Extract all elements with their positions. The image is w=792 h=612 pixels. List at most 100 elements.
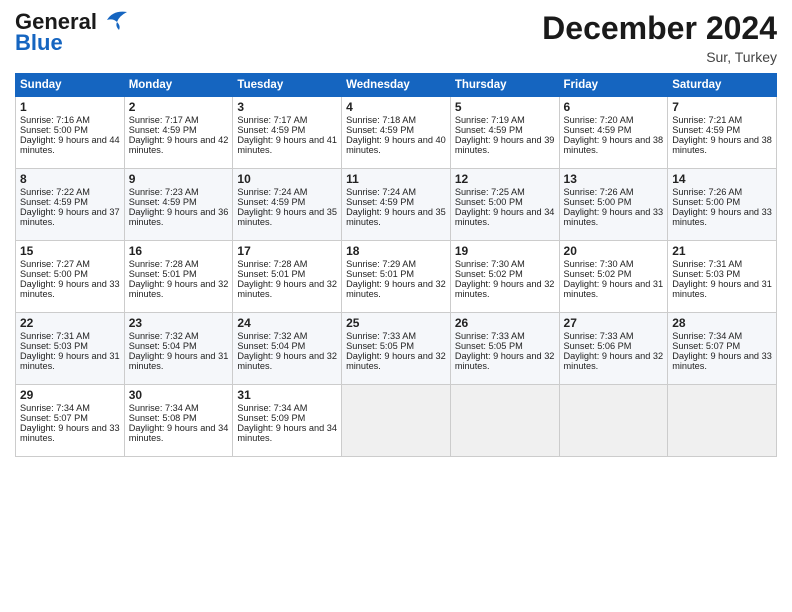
- header: General Blue December 2024 Sur, Turkey: [15, 10, 777, 65]
- calendar-cell: 6Sunrise: 7:20 AMSunset: 4:59 PMDaylight…: [559, 97, 668, 169]
- sunrise-text: Sunrise: 7:30 AM: [564, 259, 634, 269]
- sunset-text: Sunset: 4:59 PM: [237, 197, 305, 207]
- sunrise-text: Sunrise: 7:22 AM: [20, 187, 90, 197]
- col-sunday: Sunday: [16, 74, 125, 97]
- day-number: 29: [20, 388, 120, 402]
- calendar-cell: 18Sunrise: 7:29 AMSunset: 5:01 PMDayligh…: [342, 241, 451, 313]
- daylight-text: Daylight: 9 hours and 34 minutes.: [129, 423, 229, 443]
- calendar-cell: 5Sunrise: 7:19 AMSunset: 4:59 PMDaylight…: [450, 97, 559, 169]
- sunrise-text: Sunrise: 7:32 AM: [129, 331, 199, 341]
- header-row: Sunday Monday Tuesday Wednesday Thursday…: [16, 74, 777, 97]
- calendar-cell: [342, 385, 451, 457]
- sunrise-text: Sunrise: 7:16 AM: [20, 115, 90, 125]
- day-number: 31: [237, 388, 337, 402]
- sunrise-text: Sunrise: 7:24 AM: [237, 187, 307, 197]
- col-saturday: Saturday: [668, 74, 777, 97]
- calendar-cell: 19Sunrise: 7:30 AMSunset: 5:02 PMDayligh…: [450, 241, 559, 313]
- sunrise-text: Sunrise: 7:33 AM: [346, 331, 416, 341]
- daylight-text: Daylight: 9 hours and 32 minutes.: [455, 351, 555, 371]
- calendar-cell: 30Sunrise: 7:34 AMSunset: 5:08 PMDayligh…: [124, 385, 233, 457]
- day-number: 4: [346, 100, 446, 114]
- day-number: 23: [129, 316, 229, 330]
- daylight-text: Daylight: 9 hours and 32 minutes.: [346, 351, 446, 371]
- daylight-text: Daylight: 9 hours and 38 minutes.: [672, 135, 772, 155]
- calendar-cell: 17Sunrise: 7:28 AMSunset: 5:01 PMDayligh…: [233, 241, 342, 313]
- sunset-text: Sunset: 5:02 PM: [564, 269, 632, 279]
- day-number: 13: [564, 172, 664, 186]
- calendar-cell: 14Sunrise: 7:26 AMSunset: 5:00 PMDayligh…: [668, 169, 777, 241]
- sunset-text: Sunset: 4:59 PM: [672, 125, 740, 135]
- sunset-text: Sunset: 4:59 PM: [564, 125, 632, 135]
- calendar-cell: 26Sunrise: 7:33 AMSunset: 5:05 PMDayligh…: [450, 313, 559, 385]
- day-number: 11: [346, 172, 446, 186]
- calendar-cell: [559, 385, 668, 457]
- sunset-text: Sunset: 5:00 PM: [20, 125, 88, 135]
- sunrise-text: Sunrise: 7:32 AM: [237, 331, 307, 341]
- calendar-cell: 13Sunrise: 7:26 AMSunset: 5:00 PMDayligh…: [559, 169, 668, 241]
- sunset-text: Sunset: 5:01 PM: [346, 269, 414, 279]
- calendar-cell: 23Sunrise: 7:32 AMSunset: 5:04 PMDayligh…: [124, 313, 233, 385]
- calendar-cell: 11Sunrise: 7:24 AMSunset: 4:59 PMDayligh…: [342, 169, 451, 241]
- sunrise-text: Sunrise: 7:23 AM: [129, 187, 199, 197]
- calendar-cell: 20Sunrise: 7:30 AMSunset: 5:02 PMDayligh…: [559, 241, 668, 313]
- sunset-text: Sunset: 5:07 PM: [20, 413, 88, 423]
- col-thursday: Thursday: [450, 74, 559, 97]
- sunrise-text: Sunrise: 7:24 AM: [346, 187, 416, 197]
- daylight-text: Daylight: 9 hours and 36 minutes.: [129, 207, 229, 227]
- day-number: 22: [20, 316, 120, 330]
- sunset-text: Sunset: 4:59 PM: [346, 197, 414, 207]
- daylight-text: Daylight: 9 hours and 31 minutes.: [129, 351, 229, 371]
- sunrise-text: Sunrise: 7:34 AM: [129, 403, 199, 413]
- day-number: 18: [346, 244, 446, 258]
- day-number: 19: [455, 244, 555, 258]
- day-number: 25: [346, 316, 446, 330]
- sunset-text: Sunset: 5:00 PM: [672, 197, 740, 207]
- calendar-table: Sunday Monday Tuesday Wednesday Thursday…: [15, 73, 777, 457]
- sunset-text: Sunset: 4:59 PM: [129, 125, 197, 135]
- calendar-cell: 7Sunrise: 7:21 AMSunset: 4:59 PMDaylight…: [668, 97, 777, 169]
- calendar-cell: 4Sunrise: 7:18 AMSunset: 4:59 PMDaylight…: [342, 97, 451, 169]
- sunset-text: Sunset: 5:00 PM: [564, 197, 632, 207]
- daylight-text: Daylight: 9 hours and 35 minutes.: [346, 207, 446, 227]
- location: Sur, Turkey: [542, 49, 777, 65]
- sunrise-text: Sunrise: 7:33 AM: [564, 331, 634, 341]
- sunrise-text: Sunrise: 7:26 AM: [564, 187, 634, 197]
- daylight-text: Daylight: 9 hours and 33 minutes.: [672, 351, 772, 371]
- logo: General Blue: [15, 10, 129, 56]
- calendar-week-2: 8Sunrise: 7:22 AMSunset: 4:59 PMDaylight…: [16, 169, 777, 241]
- daylight-text: Daylight: 9 hours and 32 minutes.: [455, 279, 555, 299]
- daylight-text: Daylight: 9 hours and 31 minutes.: [564, 279, 664, 299]
- daylight-text: Daylight: 9 hours and 32 minutes.: [237, 351, 337, 371]
- sunset-text: Sunset: 5:02 PM: [455, 269, 523, 279]
- calendar-week-3: 15Sunrise: 7:27 AMSunset: 5:00 PMDayligh…: [16, 241, 777, 313]
- sunrise-text: Sunrise: 7:34 AM: [672, 331, 742, 341]
- day-number: 5: [455, 100, 555, 114]
- day-number: 3: [237, 100, 337, 114]
- calendar-cell: 2Sunrise: 7:17 AMSunset: 4:59 PMDaylight…: [124, 97, 233, 169]
- daylight-text: Daylight: 9 hours and 35 minutes.: [237, 207, 337, 227]
- day-number: 7: [672, 100, 772, 114]
- sunrise-text: Sunrise: 7:18 AM: [346, 115, 416, 125]
- calendar-cell: 28Sunrise: 7:34 AMSunset: 5:07 PMDayligh…: [668, 313, 777, 385]
- day-number: 17: [237, 244, 337, 258]
- sunrise-text: Sunrise: 7:19 AM: [455, 115, 525, 125]
- sunrise-text: Sunrise: 7:21 AM: [672, 115, 742, 125]
- calendar-cell: 1Sunrise: 7:16 AMSunset: 5:00 PMDaylight…: [16, 97, 125, 169]
- col-wednesday: Wednesday: [342, 74, 451, 97]
- calendar-cell: [668, 385, 777, 457]
- day-number: 2: [129, 100, 229, 114]
- day-number: 28: [672, 316, 772, 330]
- sunrise-text: Sunrise: 7:31 AM: [20, 331, 90, 341]
- sunrise-text: Sunrise: 7:17 AM: [237, 115, 307, 125]
- title-block: December 2024 Sur, Turkey: [542, 10, 777, 65]
- day-number: 14: [672, 172, 772, 186]
- calendar-cell: 31Sunrise: 7:34 AMSunset: 5:09 PMDayligh…: [233, 385, 342, 457]
- calendar-week-4: 22Sunrise: 7:31 AMSunset: 5:03 PMDayligh…: [16, 313, 777, 385]
- col-tuesday: Tuesday: [233, 74, 342, 97]
- calendar-cell: 15Sunrise: 7:27 AMSunset: 5:00 PMDayligh…: [16, 241, 125, 313]
- daylight-text: Daylight: 9 hours and 32 minutes.: [129, 279, 229, 299]
- sunrise-text: Sunrise: 7:30 AM: [455, 259, 525, 269]
- sunset-text: Sunset: 5:04 PM: [237, 341, 305, 351]
- day-number: 21: [672, 244, 772, 258]
- daylight-text: Daylight: 9 hours and 33 minutes.: [672, 207, 772, 227]
